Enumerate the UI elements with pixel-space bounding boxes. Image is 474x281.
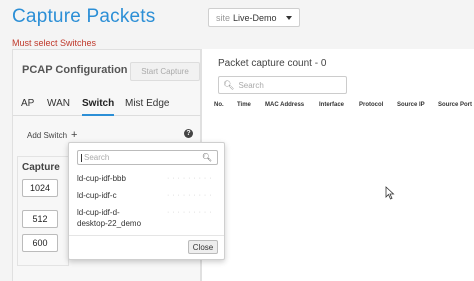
column-header: Interface	[319, 102, 345, 108]
table-header: No. Time MAC Address Interface Protocol …	[202, 102, 474, 116]
error-message: Must select Switches	[12, 38, 97, 48]
column-header: MAC Address	[265, 102, 305, 108]
add-switch-button[interactable]: Add Switch +	[27, 129, 77, 141]
results-search-input[interactable]: 🔍︎ Search	[218, 76, 347, 94]
add-switch-label: Add Switch	[27, 130, 68, 140]
capture-input-3[interactable]: 600	[22, 234, 58, 252]
search-icon: 🔍︎	[201, 153, 212, 162]
column-header: Protocol	[359, 102, 384, 108]
switch-search-input[interactable]: Search 🔍︎	[77, 150, 218, 165]
capture-input-1[interactable]: 1024	[22, 179, 58, 197]
column-header: Time	[237, 102, 251, 108]
switch-search-placeholder: Search	[84, 153, 110, 162]
switch-name-continued: desktop-22_demo	[77, 219, 142, 228]
column-header: No.	[214, 102, 224, 108]
switch-name: ld-cup-idf-bbb	[77, 174, 126, 183]
tab-mist-edge[interactable]: Mist Edge	[125, 98, 169, 116]
capture-results-panel: Packet capture count - 0 🔍︎ Search No. T…	[201, 49, 474, 281]
pcap-config-title: PCAP Configuration	[22, 64, 128, 76]
divider	[69, 235, 224, 236]
tab-ap[interactable]: AP	[21, 98, 34, 116]
search-icon: 🔍︎	[223, 79, 235, 90]
site-select-prefix: site	[216, 12, 231, 23]
capture-count: Packet capture count - 0	[218, 58, 327, 69]
help-icon[interactable]: ?	[184, 129, 193, 138]
switch-mac: · · · · · · · · ·	[167, 175, 213, 182]
caret-down-icon	[286, 16, 292, 20]
site-select-value: Live-Demo	[233, 12, 277, 23]
switch-name: ld-cup-idf-c	[77, 191, 117, 200]
switch-mac: · · · · · · · · ·	[167, 192, 213, 199]
close-button[interactable]: Close	[188, 240, 218, 254]
mouse-pointer-icon	[385, 186, 395, 200]
switch-picker-popup: Search 🔍︎ ld-cup-idf-bbb · · · · · · · ·…	[68, 142, 225, 260]
capture-input-2[interactable]: 512	[22, 210, 58, 228]
page-title: Capture Packets	[12, 6, 156, 27]
pcap-tabs: AP WAN Switch Mist Edge	[13, 96, 201, 116]
tab-wan[interactable]: WAN	[47, 98, 70, 116]
capture-settings: Capture 1024 512 600	[17, 156, 69, 266]
column-header: Source Port	[438, 102, 473, 108]
column-header: Source IP	[397, 102, 425, 108]
switch-mac: · · · · · · · · ·	[167, 209, 213, 216]
site-select[interactable]: site Live-Demo	[208, 8, 300, 27]
tab-switch[interactable]: Switch	[82, 98, 115, 116]
start-capture-button[interactable]: Start Capture	[130, 62, 200, 81]
results-search-placeholder: Search	[238, 80, 264, 90]
text-cursor	[81, 154, 82, 162]
switch-name: ld-cup-idf-d-	[77, 208, 120, 217]
capture-label: Capture	[22, 162, 60, 173]
plus-icon: +	[71, 129, 78, 141]
